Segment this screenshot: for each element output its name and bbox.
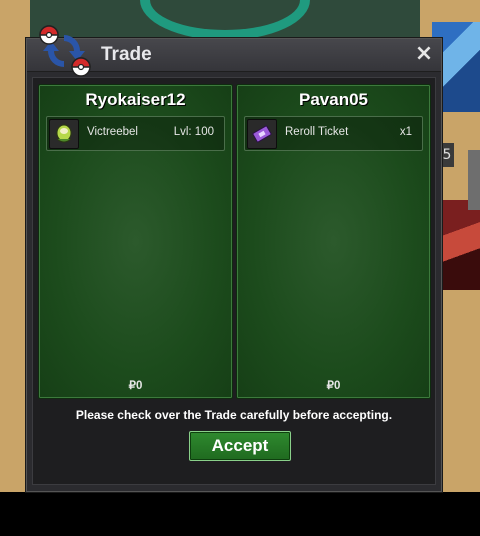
- item-quantity: x1: [399, 126, 412, 138]
- player-name: Ryokaiser12: [85, 90, 186, 109]
- trade-arrows-icon: [39, 25, 91, 77]
- item-name: Reroll Ticket: [285, 126, 349, 138]
- trade-item-slot[interactable]: Reroll Ticket x1: [244, 116, 423, 151]
- trade-window: Trade × Ryokaiser12 Victreebel Lvl: 100 …: [26, 25, 442, 492]
- player-name: Pavan05: [299, 90, 368, 109]
- trade-panel-left: Ryokaiser12 Victreebel Lvl: 100 ₽0: [38, 84, 233, 399]
- side-counter: 5: [440, 143, 454, 167]
- close-button[interactable]: ×: [413, 43, 435, 65]
- trade-panel-right: Pavan05 Reroll Ticket x1 ₽0: [236, 84, 431, 399]
- money-offered: ₽0: [128, 380, 143, 392]
- trade-notice: Please check over the Trade carefully be…: [75, 408, 393, 422]
- trade-content: Ryokaiser12 Victreebel Lvl: 100 ₽0 Pavan…: [32, 77, 436, 485]
- accept-button[interactable]: Accept: [189, 431, 291, 461]
- side-panel-edge: [468, 150, 480, 210]
- victreebel-sprite-icon: [49, 119, 79, 149]
- ticket-icon: [247, 119, 277, 149]
- trade-item-slot[interactable]: Victreebel Lvl: 100: [46, 116, 225, 151]
- item-name: Victreebel: [87, 126, 138, 138]
- item-level: Lvl: 100: [173, 126, 214, 138]
- red-creature-sprite: [440, 200, 480, 290]
- money-offered: ₽0: [326, 380, 341, 392]
- window-title: Trade: [101, 44, 152, 65]
